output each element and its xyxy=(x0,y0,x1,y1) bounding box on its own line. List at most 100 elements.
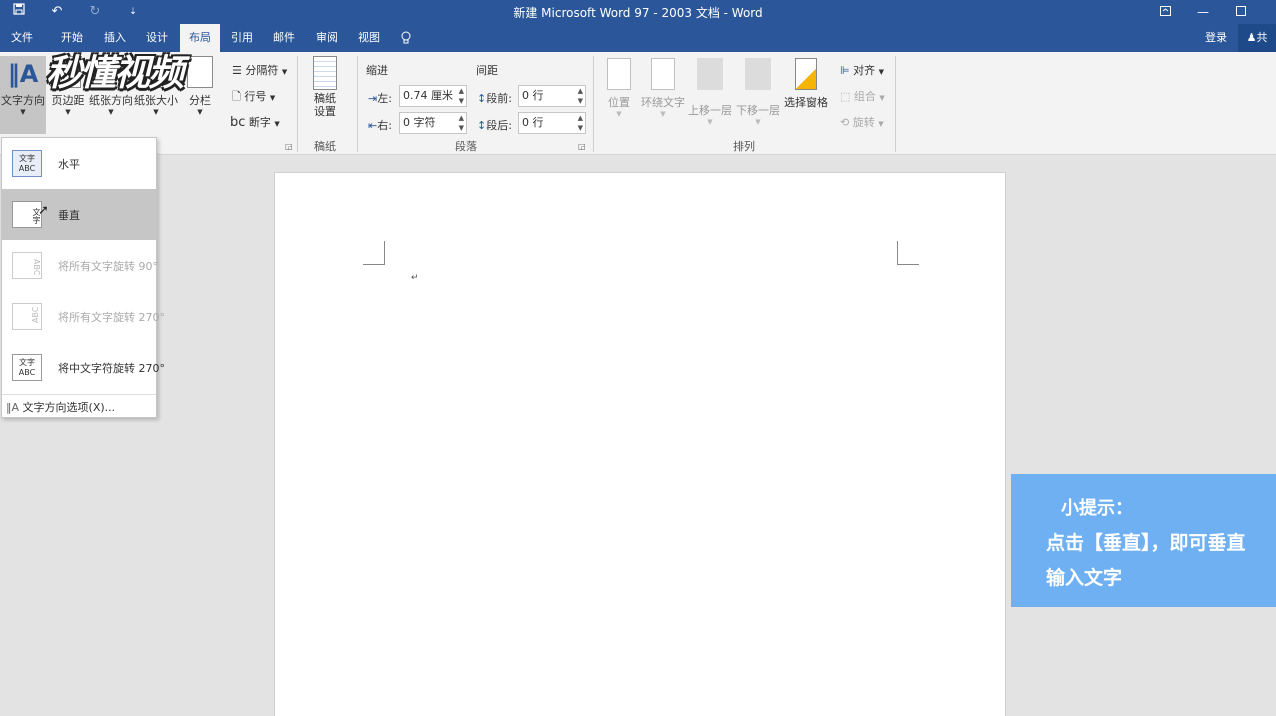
tip-line-2: 输入文字 xyxy=(1046,567,1123,589)
chevron-down-icon: ▼ xyxy=(153,108,159,116)
menu-item-text-direction-options[interactable]: ‖A 文字方向选项(X)... xyxy=(6,399,156,417)
selection-pane-button[interactable]: 选择窗格 xyxy=(784,58,828,118)
rotate-label: 旋转 xyxy=(852,116,875,129)
columns-label: 分栏 xyxy=(189,94,211,107)
spin-arrows-icon[interactable]: ▲ ▼ xyxy=(459,86,464,106)
breaks-icon: ☰ xyxy=(232,64,242,77)
menu-item-rotate-asian-270[interactable]: 文字 ABC 将中文字符旋转 270° xyxy=(2,342,165,393)
crop-mark-left xyxy=(363,241,385,265)
spacing-after-value: 0 行 xyxy=(522,116,544,129)
columns-icon xyxy=(187,56,213,88)
share-button[interactable]: ♟共 xyxy=(1238,24,1276,52)
tab-references[interactable]: 引用 xyxy=(224,24,260,52)
spacing-before-icon: ↕ xyxy=(477,92,487,105)
rotate-icon: ⟲ xyxy=(840,116,850,129)
text-direction-options-icon: ‖A xyxy=(6,401,20,414)
draft-settings-button[interactable]: 稿纸 设置 xyxy=(304,56,346,128)
menu-item-horizontal[interactable]: 文字 ABC 水平 xyxy=(2,138,156,189)
paragraph-mark: ↵ xyxy=(411,273,419,283)
tab-mailings[interactable]: 邮件 xyxy=(266,24,302,52)
tab-file[interactable]: 文件 xyxy=(4,24,40,52)
document-page[interactable]: ↵ xyxy=(274,172,1006,716)
menu-item-rotate-90[interactable]: ABC 将所有文字旋转 90° xyxy=(2,240,158,291)
hyphenation-icon: bc xyxy=(230,115,246,130)
menu-item-label: 水平 xyxy=(58,158,80,171)
menu-item-rotate-270[interactable]: ABC 将所有文字旋转 270° xyxy=(2,291,165,342)
wrap-text-button[interactable]: 环绕文字 ▼ xyxy=(641,58,685,128)
chevron-down-icon: ▼ xyxy=(879,94,885,102)
spin-arrows-icon[interactable]: ▲ ▼ xyxy=(459,113,464,133)
tab-view[interactable]: 视图 xyxy=(351,24,387,52)
spacing-after-input[interactable]: 0 行 ▲ ▼ xyxy=(518,112,586,134)
group-separator xyxy=(297,56,298,152)
group-objects-button[interactable]: ⬚ 组合 ▼ xyxy=(840,88,885,104)
crop-mark-right xyxy=(897,241,919,265)
indent-right-icon: ⇤ xyxy=(368,119,378,132)
tab-layout[interactable]: 布局 xyxy=(180,24,220,52)
text-direction-icon: ‖A xyxy=(7,60,39,88)
indent-left-input[interactable]: 0.74 厘米 ▲ ▼ xyxy=(399,85,467,107)
maximize-icon[interactable] xyxy=(1231,2,1251,22)
spacing-before-input[interactable]: 0 行 ▲ ▼ xyxy=(518,85,586,107)
send-backward-button[interactable]: 下移一层 ▼ xyxy=(736,58,780,136)
mouse-cursor-icon: ➚ xyxy=(38,203,49,218)
page-setup-dialog-launcher-icon[interactable]: ◲ xyxy=(285,142,293,151)
hyphenation-button[interactable]: bc 断字 ▼ xyxy=(230,114,280,130)
wrap-text-icon xyxy=(651,58,675,90)
align-icon: ⊫ xyxy=(840,64,850,77)
indent-left-text: 左: xyxy=(377,92,392,105)
tip-box: 小提示： 点击【垂直】，即可垂直 输入文字 xyxy=(1011,474,1276,607)
line-numbers-icon: 🗋 xyxy=(232,90,241,103)
align-button[interactable]: ⊫ 对齐 ▼ xyxy=(840,62,884,78)
draft-paper-icon xyxy=(313,56,337,90)
minimize-icon[interactable]: — xyxy=(1193,2,1213,22)
send-backward-icon xyxy=(745,58,771,90)
chevron-down-icon: ▼ xyxy=(281,68,288,76)
menu-item-label: 将所有文字旋转 90° xyxy=(58,260,158,273)
tell-me-lightbulb-icon[interactable] xyxy=(396,24,416,52)
selection-pane-icon xyxy=(795,58,817,90)
spin-arrows-icon[interactable]: ▲ ▼ xyxy=(578,113,583,133)
bring-forward-button[interactable]: 上移一层 ▼ xyxy=(688,58,732,136)
text-direction-button[interactable]: ‖A 文字方向 ▼ xyxy=(0,56,46,134)
text-direction-label: 文字方向 xyxy=(1,94,45,107)
line-numbers-button[interactable]: 🗋 行号 ▼ xyxy=(232,88,275,107)
chevron-down-icon: ▼ xyxy=(65,108,71,116)
draft-group-label: 稿纸 xyxy=(314,140,336,153)
draft-settings-label: 稿纸 设置 xyxy=(314,92,336,118)
breaks-button[interactable]: ☰ 分隔符 ▼ xyxy=(232,62,287,78)
tip-title: 小提示： xyxy=(1061,498,1133,519)
line-numbers-label: 行号 xyxy=(244,90,267,103)
bring-forward-label: 上移一层 xyxy=(688,104,732,117)
spacing-after-label: ↕段后: xyxy=(477,117,512,133)
position-button[interactable]: 位置 ▼ xyxy=(601,58,637,128)
arrange-group-label: 排列 xyxy=(733,140,755,153)
menu-item-label: 将中文字符旋转 270° xyxy=(58,362,165,375)
indent-right-label: ⇤右: xyxy=(368,117,392,133)
menu-item-vertical[interactable]: 文字 垂直 ➚ xyxy=(2,189,156,240)
send-backward-label: 下移一层 xyxy=(736,104,780,117)
video-watermark-logo: 秒懂视频 xyxy=(46,53,184,94)
person-icon: ♟ xyxy=(1246,31,1257,44)
chevron-down-icon: ▼ xyxy=(707,118,713,126)
spin-arrows-icon[interactable]: ▲ ▼ xyxy=(578,86,583,106)
columns-button[interactable]: 分栏 ▼ xyxy=(182,56,218,126)
spacing-after-text: 段后: xyxy=(486,119,512,132)
paragraph-dialog-launcher-icon[interactable]: ◲ xyxy=(578,142,586,151)
chevron-down-icon: ▼ xyxy=(20,108,26,116)
indent-right-input[interactable]: 0 字符 ▲ ▼ xyxy=(399,112,467,134)
position-label: 位置 xyxy=(608,96,630,109)
tab-review[interactable]: 审阅 xyxy=(309,24,345,52)
ribbon: ‖A 文字方向 ▼ 页边距 ▼ 纸张方向 ▼ 纸张大小 ▼ 分栏 ▼ ☰ 分隔符… xyxy=(0,52,1276,155)
hyphenation-label: 断字 xyxy=(248,116,271,129)
signin-link[interactable]: 登录 xyxy=(1198,24,1234,52)
bring-forward-icon xyxy=(697,58,723,90)
indent-left-value: 0.74 厘米 xyxy=(403,89,453,102)
spacing-before-label: ↕段前: xyxy=(477,90,512,106)
spacing-before-text: 段前: xyxy=(486,92,512,105)
rotate-button[interactable]: ⟲ 旋转 ▼ xyxy=(840,114,884,130)
ribbon-display-options-icon[interactable] xyxy=(1155,2,1175,22)
tip-line-1: 点击【垂直】，即可垂直 xyxy=(1046,532,1246,554)
indent-heading: 缩进 xyxy=(366,64,388,77)
spacing-after-icon: ↕ xyxy=(477,119,487,132)
